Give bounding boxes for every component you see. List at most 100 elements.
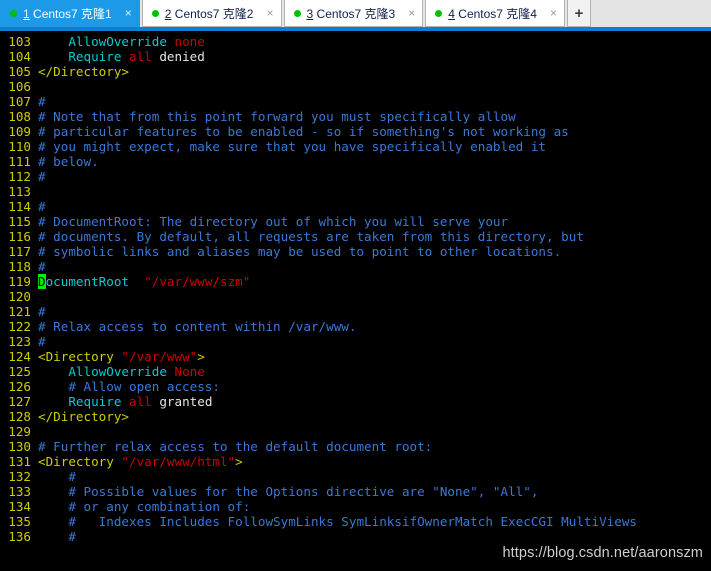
code-line: 116 # documents. By default, all requests… xyxy=(0,229,711,244)
tab-2[interactable]: 2 Centos7 克隆2 × xyxy=(141,0,282,27)
code-token-comment: # you might expect, make sure that you h… xyxy=(38,139,546,154)
code-line: 131 <Directory "/var/www/html"> xyxy=(0,454,711,469)
code-token-comment: # below. xyxy=(38,154,99,169)
code-token-str: "/var/www/szm" xyxy=(144,274,251,289)
code-line: 105 </Directory> xyxy=(0,64,711,79)
code-token-comment: # Note that from this point forward you … xyxy=(38,109,516,124)
line-number: 111 xyxy=(8,154,31,169)
line-number: 109 xyxy=(8,124,31,139)
code-token-comment: # DocumentRoot: The directory out of whi… xyxy=(38,214,509,229)
tab-title: Centos7 克隆4 xyxy=(454,6,537,21)
close-icon[interactable]: × xyxy=(547,7,560,19)
code-line: 119 DocumentRoot "/var/www/szm" xyxy=(0,274,711,289)
tab-bar: 1 Centos7 克隆1 × 2 Centos7 克隆2 × 3 Centos7 克隆… xyxy=(0,0,711,31)
tab-title: Centos7 克隆2 xyxy=(171,6,254,21)
code-token-str: "/var/www" xyxy=(121,349,198,364)
code-token-comment: # xyxy=(38,469,76,484)
code-token-tag: </Directory> xyxy=(38,409,129,424)
code-line: 125 AllowOverride None xyxy=(0,364,711,379)
code-line: 104 Require all denied xyxy=(0,49,711,64)
line-number: 107 xyxy=(8,94,31,109)
code-token-comment: # Allow open access: xyxy=(38,379,220,394)
tab-1[interactable]: 1 Centos7 克隆1 × xyxy=(0,0,140,27)
tab-3[interactable]: 3 Centos7 克隆3 × xyxy=(283,0,424,27)
code-token-comment: # xyxy=(38,94,46,109)
close-icon[interactable]: × xyxy=(263,7,276,19)
line-number: 103 xyxy=(8,34,31,49)
close-icon[interactable]: × xyxy=(405,7,418,19)
code-line: 135 # Indexes Includes FollowSymLinks Sy… xyxy=(0,514,711,529)
tab-title: Centos7 克隆1 xyxy=(29,6,112,21)
code-line: 107 # xyxy=(0,94,711,109)
line-number: 105 xyxy=(8,64,31,79)
line-number: 108 xyxy=(8,109,31,124)
status-dot-icon xyxy=(435,9,443,17)
code-line: 130 # Further relax access to the default… xyxy=(0,439,711,454)
code-token-comment: # Relax access to content within /var/ww… xyxy=(38,319,357,334)
code-token-comment: # particular features to be enabled - so… xyxy=(38,124,569,139)
code-line: 114 # xyxy=(0,199,711,214)
code-token-key: ocumentRoot xyxy=(45,274,129,289)
code-line: 120 xyxy=(0,289,711,304)
code-token-tag: <Directory xyxy=(38,454,122,469)
tab-label: 1 Centos7 克隆1 xyxy=(23,5,112,22)
status-dot-icon xyxy=(10,9,17,17)
tab-index: 4 xyxy=(448,6,455,21)
code-line: 121 # xyxy=(0,304,711,319)
line-number: 120 xyxy=(8,289,31,304)
line-number: 124 xyxy=(8,349,31,364)
line-number: 130 xyxy=(8,439,31,454)
code-line: 132 # xyxy=(0,469,711,484)
tab-4[interactable]: 4 Centos7 克隆4 × xyxy=(425,0,565,27)
line-number: 133 xyxy=(8,484,31,499)
close-icon[interactable]: × xyxy=(122,7,135,19)
code-line: 134 # or any combination of: xyxy=(0,499,711,514)
status-dot-icon xyxy=(293,9,301,17)
line-number: 119 xyxy=(8,274,31,289)
code-line: 117 # symbolic links and aliases may be u… xyxy=(0,244,711,259)
status-dot-icon xyxy=(151,9,159,17)
line-number: 122 xyxy=(8,319,31,334)
code-line: 122 # Relax access to content within /var… xyxy=(0,319,711,334)
line-number: 112 xyxy=(8,169,31,184)
code-token-val: all xyxy=(129,49,152,64)
code-line: 128 </Directory> xyxy=(0,409,711,424)
code-token-tag: </Directory> xyxy=(38,64,129,79)
line-number: 129 xyxy=(8,424,31,439)
code-line: 133 # Possible values for the Options di… xyxy=(0,484,711,499)
code-token-comment: # or any combination of: xyxy=(38,499,251,514)
watermark-text: https://blog.csdn.net/aaronszm xyxy=(502,545,703,561)
code-line: 103 AllowOverride none xyxy=(0,34,711,49)
code-token-comment: # symbolic links and aliases may be used… xyxy=(38,244,562,259)
line-number: 117 xyxy=(8,244,31,259)
code-line: 127 Require all granted xyxy=(0,394,711,409)
code-token-comment: # documents. By default, all requests ar… xyxy=(38,229,584,244)
line-number: 136 xyxy=(8,529,31,544)
line-number: 125 xyxy=(8,364,31,379)
code-line: 118 # xyxy=(0,259,711,274)
terminal-view[interactable]: 103 AllowOverride none 104 Require all de… xyxy=(0,31,711,571)
code-line: 106 xyxy=(0,79,711,94)
line-number: 114 xyxy=(8,199,31,214)
line-number: 135 xyxy=(8,514,31,529)
line-number: 116 xyxy=(8,229,31,244)
line-number: 115 xyxy=(8,214,31,229)
line-number: 131 xyxy=(8,454,31,469)
code-line: 111 # below. xyxy=(0,154,711,169)
new-tab-button[interactable]: + xyxy=(567,0,591,27)
text-cursor: D xyxy=(38,274,46,289)
code-line: 126 # Allow open access: xyxy=(0,379,711,394)
code-line: 108 # Note that from this point forward y… xyxy=(0,109,711,124)
code-line: 112 # xyxy=(0,169,711,184)
code-token-comment: # Further relax access to the default do… xyxy=(38,439,433,454)
code-token-val: all xyxy=(129,394,152,409)
code-token-comment: # xyxy=(38,259,46,274)
tab-label: 2 Centos7 克隆2 xyxy=(165,5,254,22)
code-token-comment: # xyxy=(38,334,46,349)
code-token-plain: denied xyxy=(151,49,205,64)
code-token-comment: # Indexes Includes FollowSymLinks SymLin… xyxy=(38,514,637,529)
